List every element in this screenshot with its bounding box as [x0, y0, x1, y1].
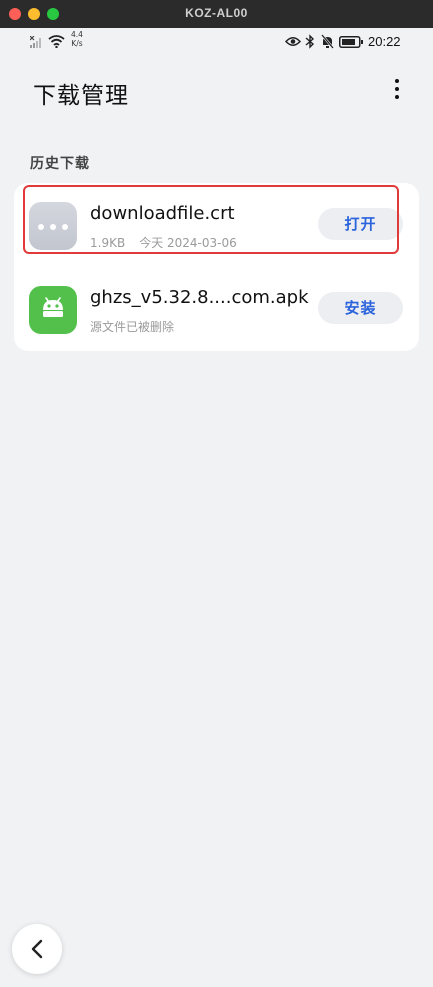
network-speed: 4.4 K/s [71, 30, 83, 48]
android-apk-icon [29, 286, 77, 334]
chevron-left-icon [31, 939, 43, 959]
status-time: 20:22 [368, 34, 401, 49]
eye-icon [285, 37, 301, 46]
battery-icon [339, 36, 363, 48]
file-name: ghzs_v5.32.8....com.apk [90, 287, 309, 308]
section-header: 历史下载 [30, 156, 90, 172]
bluetooth-icon [305, 34, 315, 49]
file-status: 源文件已被删除 [90, 320, 175, 334]
install-button[interactable]: 安装 [318, 292, 403, 324]
back-button[interactable] [12, 924, 62, 974]
download-item[interactable]: ghzs_v5.32.8....com.apk 源文件已被删除 安装 [14, 267, 419, 351]
network-speed-unit: K/s [71, 39, 83, 48]
signal-icon [30, 36, 41, 48]
wifi-icon [48, 35, 65, 48]
window-titlebar: KOZ-AL00 [0, 0, 433, 28]
window-title: KOZ-AL00 [185, 6, 248, 20]
network-speed-value: 4.4 [71, 30, 83, 39]
page-title: 下载管理 [33, 83, 129, 109]
muted-bell-icon [321, 34, 334, 49]
highlight-box [23, 185, 399, 254]
more-vert-icon[interactable] [386, 76, 408, 106]
